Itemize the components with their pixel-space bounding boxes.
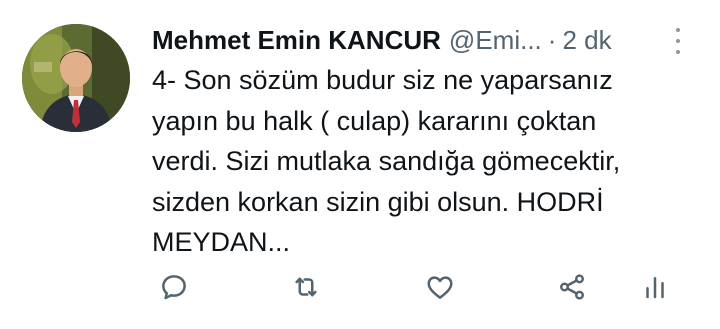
like-icon bbox=[427, 276, 453, 299]
separator-dot: · bbox=[547, 24, 557, 55]
reply-button[interactable] bbox=[157, 270, 191, 304]
tweet[interactable]: Mehmet Emin KANCUR @Emi... · 2 dk 4- Son… bbox=[0, 0, 720, 329]
share-icon bbox=[560, 274, 584, 300]
tweet-header: Mehmet Emin KANCUR @Emi... · 2 dk bbox=[152, 22, 682, 58]
timestamp[interactable]: 2 dk bbox=[562, 25, 611, 56]
tweet-actions bbox=[0, 270, 720, 310]
vertical-dots-icon[interactable] bbox=[668, 26, 688, 56]
share-button[interactable] bbox=[555, 270, 589, 304]
retweet-icon bbox=[295, 277, 317, 297]
tweet-text: 4- Son sözüm budur siz ne yaparsanız yap… bbox=[152, 65, 621, 257]
analytics-button[interactable] bbox=[638, 270, 672, 304]
display-name[interactable]: Mehmet Emin KANCUR bbox=[152, 25, 441, 56]
retweet-button[interactable] bbox=[289, 270, 323, 304]
reply-icon bbox=[162, 275, 186, 300]
user-handle[interactable]: @Emi... bbox=[449, 25, 542, 56]
like-button[interactable] bbox=[423, 270, 457, 304]
avatar[interactable] bbox=[22, 24, 130, 132]
analytics-icon bbox=[646, 277, 664, 299]
profile-photo bbox=[22, 24, 130, 132]
